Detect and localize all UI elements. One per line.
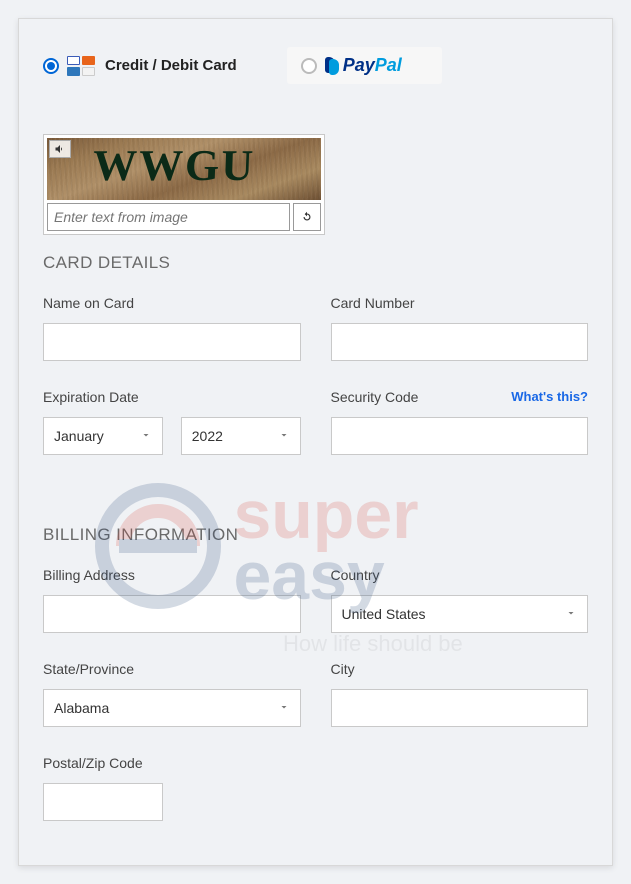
postal-input[interactable] (43, 783, 163, 821)
discover-icon (82, 67, 95, 76)
mastercard-icon (82, 56, 95, 65)
speaker-icon (54, 143, 66, 155)
captcha-image: WWGU (47, 138, 321, 200)
expiration-month-select[interactable]: January (43, 417, 163, 455)
country-value: United States (342, 606, 426, 622)
payment-option-card[interactable]: Credit / Debit Card (43, 56, 237, 76)
chevron-down-icon (278, 701, 290, 716)
amex-icon (67, 67, 80, 76)
radio-selected-icon (43, 58, 59, 74)
label-postal: Postal/Zip Code (43, 755, 163, 771)
state-value: Alabama (54, 700, 109, 716)
captcha-input[interactable] (47, 203, 290, 231)
label-expiration: Expiration Date (43, 389, 301, 405)
captcha-widget: WWGU (43, 134, 325, 235)
captcha-challenge-text: WWGU (92, 140, 256, 191)
payment-card-label: Credit / Debit Card (105, 57, 237, 74)
city-input[interactable] (331, 689, 589, 727)
expiration-year-select[interactable]: 2022 (181, 417, 301, 455)
whats-this-link[interactable]: What's this? (511, 389, 588, 404)
card-brand-icons (67, 56, 97, 76)
state-select[interactable]: Alabama (43, 689, 301, 727)
label-billing-address: Billing Address (43, 567, 301, 583)
refresh-icon (300, 210, 314, 224)
payment-method-row: Credit / Debit Card PayPal (43, 47, 588, 84)
label-state: State/Province (43, 661, 301, 677)
section-title-card-details: CARD DETAILS (43, 253, 588, 273)
chevron-down-icon (565, 607, 577, 622)
name-on-card-input[interactable] (43, 323, 301, 361)
security-code-input[interactable] (331, 417, 589, 455)
label-city: City (331, 661, 589, 677)
billing-address-input[interactable] (43, 595, 301, 633)
label-country: Country (331, 567, 589, 583)
section-title-billing: BILLING INFORMATION (43, 525, 588, 545)
label-name-on-card: Name on Card (43, 295, 301, 311)
chevron-down-icon (140, 429, 152, 444)
form-scroll-area[interactable]: Credit / Debit Card PayPal WWGU (19, 19, 612, 865)
paypal-logo-icon: PayPal (325, 55, 402, 76)
expiration-month-value: January (54, 428, 104, 444)
expiration-year-value: 2022 (192, 428, 223, 444)
chevron-down-icon (278, 429, 290, 444)
captcha-audio-button[interactable] (49, 140, 71, 158)
label-card-number: Card Number (331, 295, 589, 311)
card-number-input[interactable] (331, 323, 589, 361)
captcha-refresh-button[interactable] (293, 203, 321, 231)
watermark-tagline: How life should be (283, 631, 463, 657)
payment-option-paypal[interactable]: PayPal (287, 47, 442, 84)
visa-icon (67, 56, 80, 65)
country-select[interactable]: United States (331, 595, 589, 633)
radio-unselected-icon (301, 58, 317, 74)
